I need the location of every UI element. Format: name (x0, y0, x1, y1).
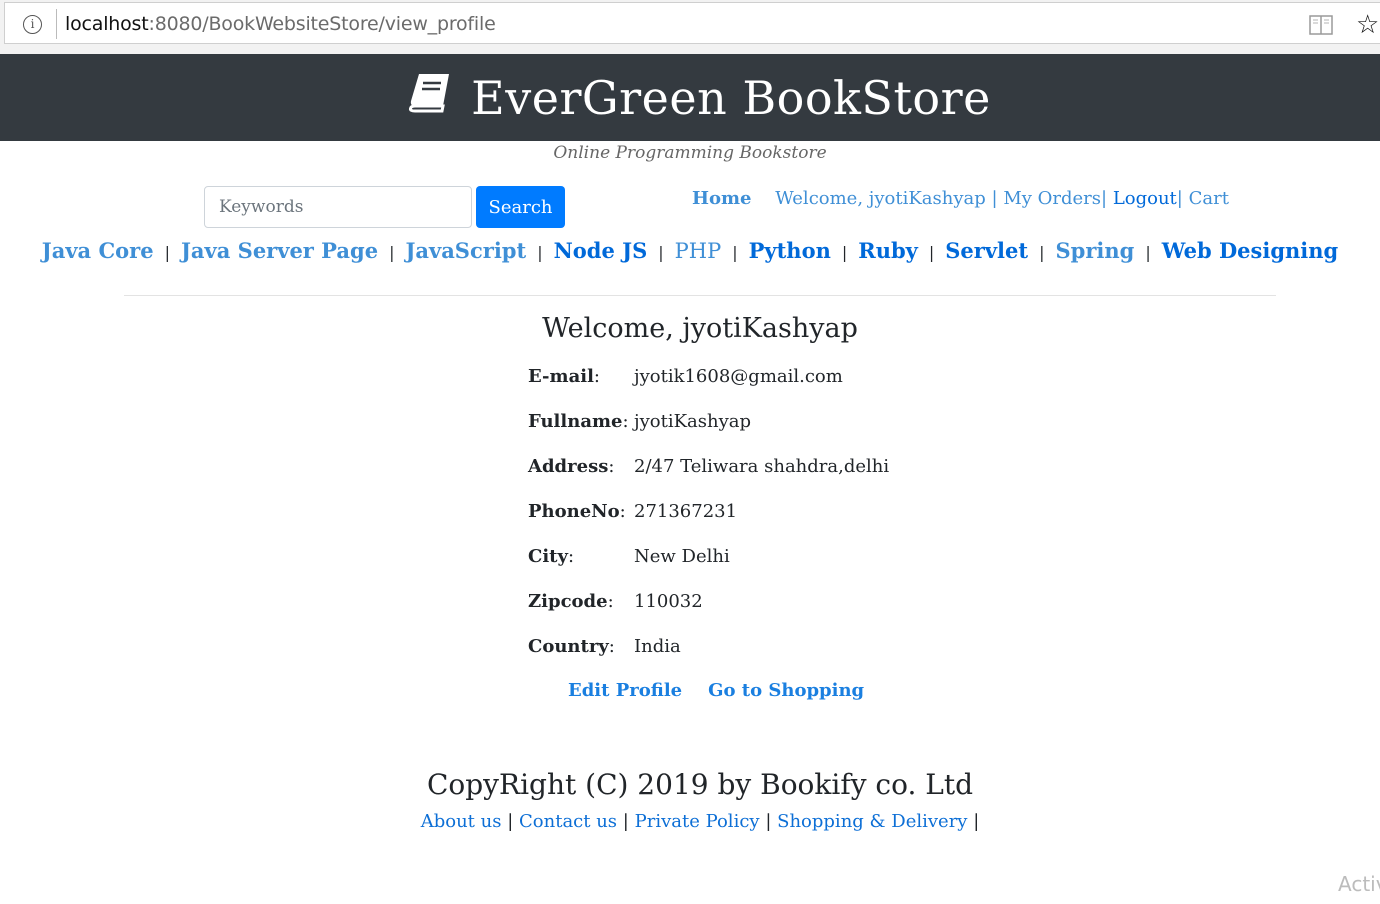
home-link[interactable]: Home (692, 188, 752, 209)
footer-separator: | (973, 811, 980, 832)
category-servlet[interactable]: Servlet (945, 238, 1028, 263)
profile-row-zipcode: Zipcode: 110032 (528, 591, 703, 612)
book-icon (409, 73, 450, 112)
profile-value: jyotiKashyap (634, 411, 752, 432)
profile-value: jyotik1608@gmail.com (634, 366, 843, 387)
user-nav: Home Welcome, jyotiKashyap | My Orders| … (692, 188, 1229, 209)
category-javascript[interactable]: JavaScript (405, 238, 526, 263)
profile-value: India (634, 636, 681, 657)
category-separator: | (841, 243, 848, 262)
profile-label: Fullname: (528, 411, 629, 432)
footer-shopping-delivery-link[interactable]: Shopping & Delivery (777, 811, 967, 832)
profile-value: 2/47 Teliwara shahdra,delhi (634, 456, 890, 477)
my-orders-link[interactable]: My Orders (1003, 188, 1101, 209)
brand[interactable]: EverGreen BookStore (0, 54, 1380, 141)
category-separator: | (389, 243, 395, 262)
profile-row-address: Address: 2/47 Teliwara shahdra,delhi (528, 456, 889, 477)
category-node-js[interactable]: Node JS (554, 238, 648, 263)
category-separator: | (732, 243, 738, 262)
user-nav-separator: | (985, 188, 1004, 209)
profile-welcome-heading: Welcome, jyotiKashyap (542, 313, 858, 344)
url-host: localhost (65, 13, 149, 35)
profile-row-fullname: Fullname: jyotiKashyap (528, 411, 751, 432)
toolbar-edge (0, 46, 1380, 54)
profile-label: Address: (528, 456, 615, 477)
user-nav-separator: | (1176, 188, 1189, 209)
profile-value: 110032 (634, 591, 703, 612)
category-separator: | (537, 243, 543, 262)
site-header: EverGreen BookStore (0, 54, 1380, 141)
url-text[interactable]: localhost:8080/BookWebsiteStore/view_pro… (65, 13, 496, 35)
footer-separator: | (622, 811, 629, 832)
footer-separator: | (507, 811, 514, 832)
profile-row-city: City: New Delhi (528, 546, 730, 567)
footer-separator: | (765, 811, 772, 832)
welcome-user-link[interactable]: Welcome, jyotiKashyap (775, 188, 986, 209)
cart-link[interactable]: Cart (1189, 188, 1229, 209)
profile-value: New Delhi (634, 546, 730, 567)
profile-label: E-mail: (528, 366, 600, 387)
category-separator: | (658, 243, 664, 262)
url-path: :8080/BookWebsiteStore/view_profile (148, 13, 496, 35)
url-box[interactable]: i localhost:8080/BookWebsiteStore/view_p… (4, 2, 1380, 44)
user-nav-separator: | (1101, 188, 1113, 209)
profile-row-phone: PhoneNo: 271367231 (528, 501, 737, 522)
divider (124, 295, 1276, 296)
category-ruby[interactable]: Ruby (858, 238, 918, 263)
profile-row-country: Country: India (528, 636, 681, 657)
category-separator: | (1039, 243, 1045, 262)
category-separator: | (1145, 243, 1151, 262)
profile-actions: Edit Profile Go to Shopping (568, 680, 864, 701)
profile-label: Zipcode: (528, 591, 614, 612)
category-separator: | (928, 243, 935, 262)
category-spring[interactable]: Spring (1055, 238, 1134, 263)
profile-value: 271367231 (634, 501, 738, 522)
category-nav: Java Core | Java Server Page | JavaScript | No… (0, 238, 1380, 263)
copyright: CopyRight (C) 2019 by Bookify co. Ltd (426, 768, 974, 801)
url-divider (56, 9, 57, 39)
logout-link[interactable]: Logout (1113, 188, 1177, 209)
site-tagline: Online Programming Bookstore (553, 143, 827, 163)
edit-profile-link[interactable]: Edit Profile (568, 680, 682, 701)
activation-watermark: Activ (1338, 872, 1380, 896)
profile-label: City: (528, 546, 575, 567)
star-icon[interactable]: ☆ (1356, 11, 1379, 39)
browser-address-bar: i localhost:8080/BookWebsiteStore/view_p… (0, 0, 1380, 48)
profile-label: PhoneNo: (528, 501, 626, 522)
category-java-server-page[interactable]: Java Server Page (181, 238, 378, 263)
site-title: EverGreen BookStore (471, 70, 991, 125)
footer-contact-link[interactable]: Contact us (519, 811, 617, 832)
category-separator: | (164, 243, 170, 262)
info-icon[interactable]: i (23, 15, 42, 34)
footer-policy-link[interactable]: Private Policy (635, 811, 760, 832)
category-web-designing[interactable]: Web Designing (1162, 238, 1338, 263)
category-java-core[interactable]: Java Core (42, 238, 154, 263)
profile-label: Country: (528, 636, 615, 657)
category-python[interactable]: Python (749, 238, 831, 263)
footer-links: About us | Contact us | Private Policy |… (0, 811, 1380, 832)
reader-view-icon[interactable] (1309, 15, 1333, 35)
profile-row-email: E-mail: jyotik1608@gmail.com (528, 366, 843, 387)
category-php[interactable]: PHP (675, 239, 722, 263)
search-input[interactable] (204, 186, 472, 228)
footer-about-link[interactable]: About us (421, 811, 502, 832)
search-button[interactable]: Search (476, 186, 565, 228)
go-to-shopping-link[interactable]: Go to Shopping (708, 680, 864, 701)
